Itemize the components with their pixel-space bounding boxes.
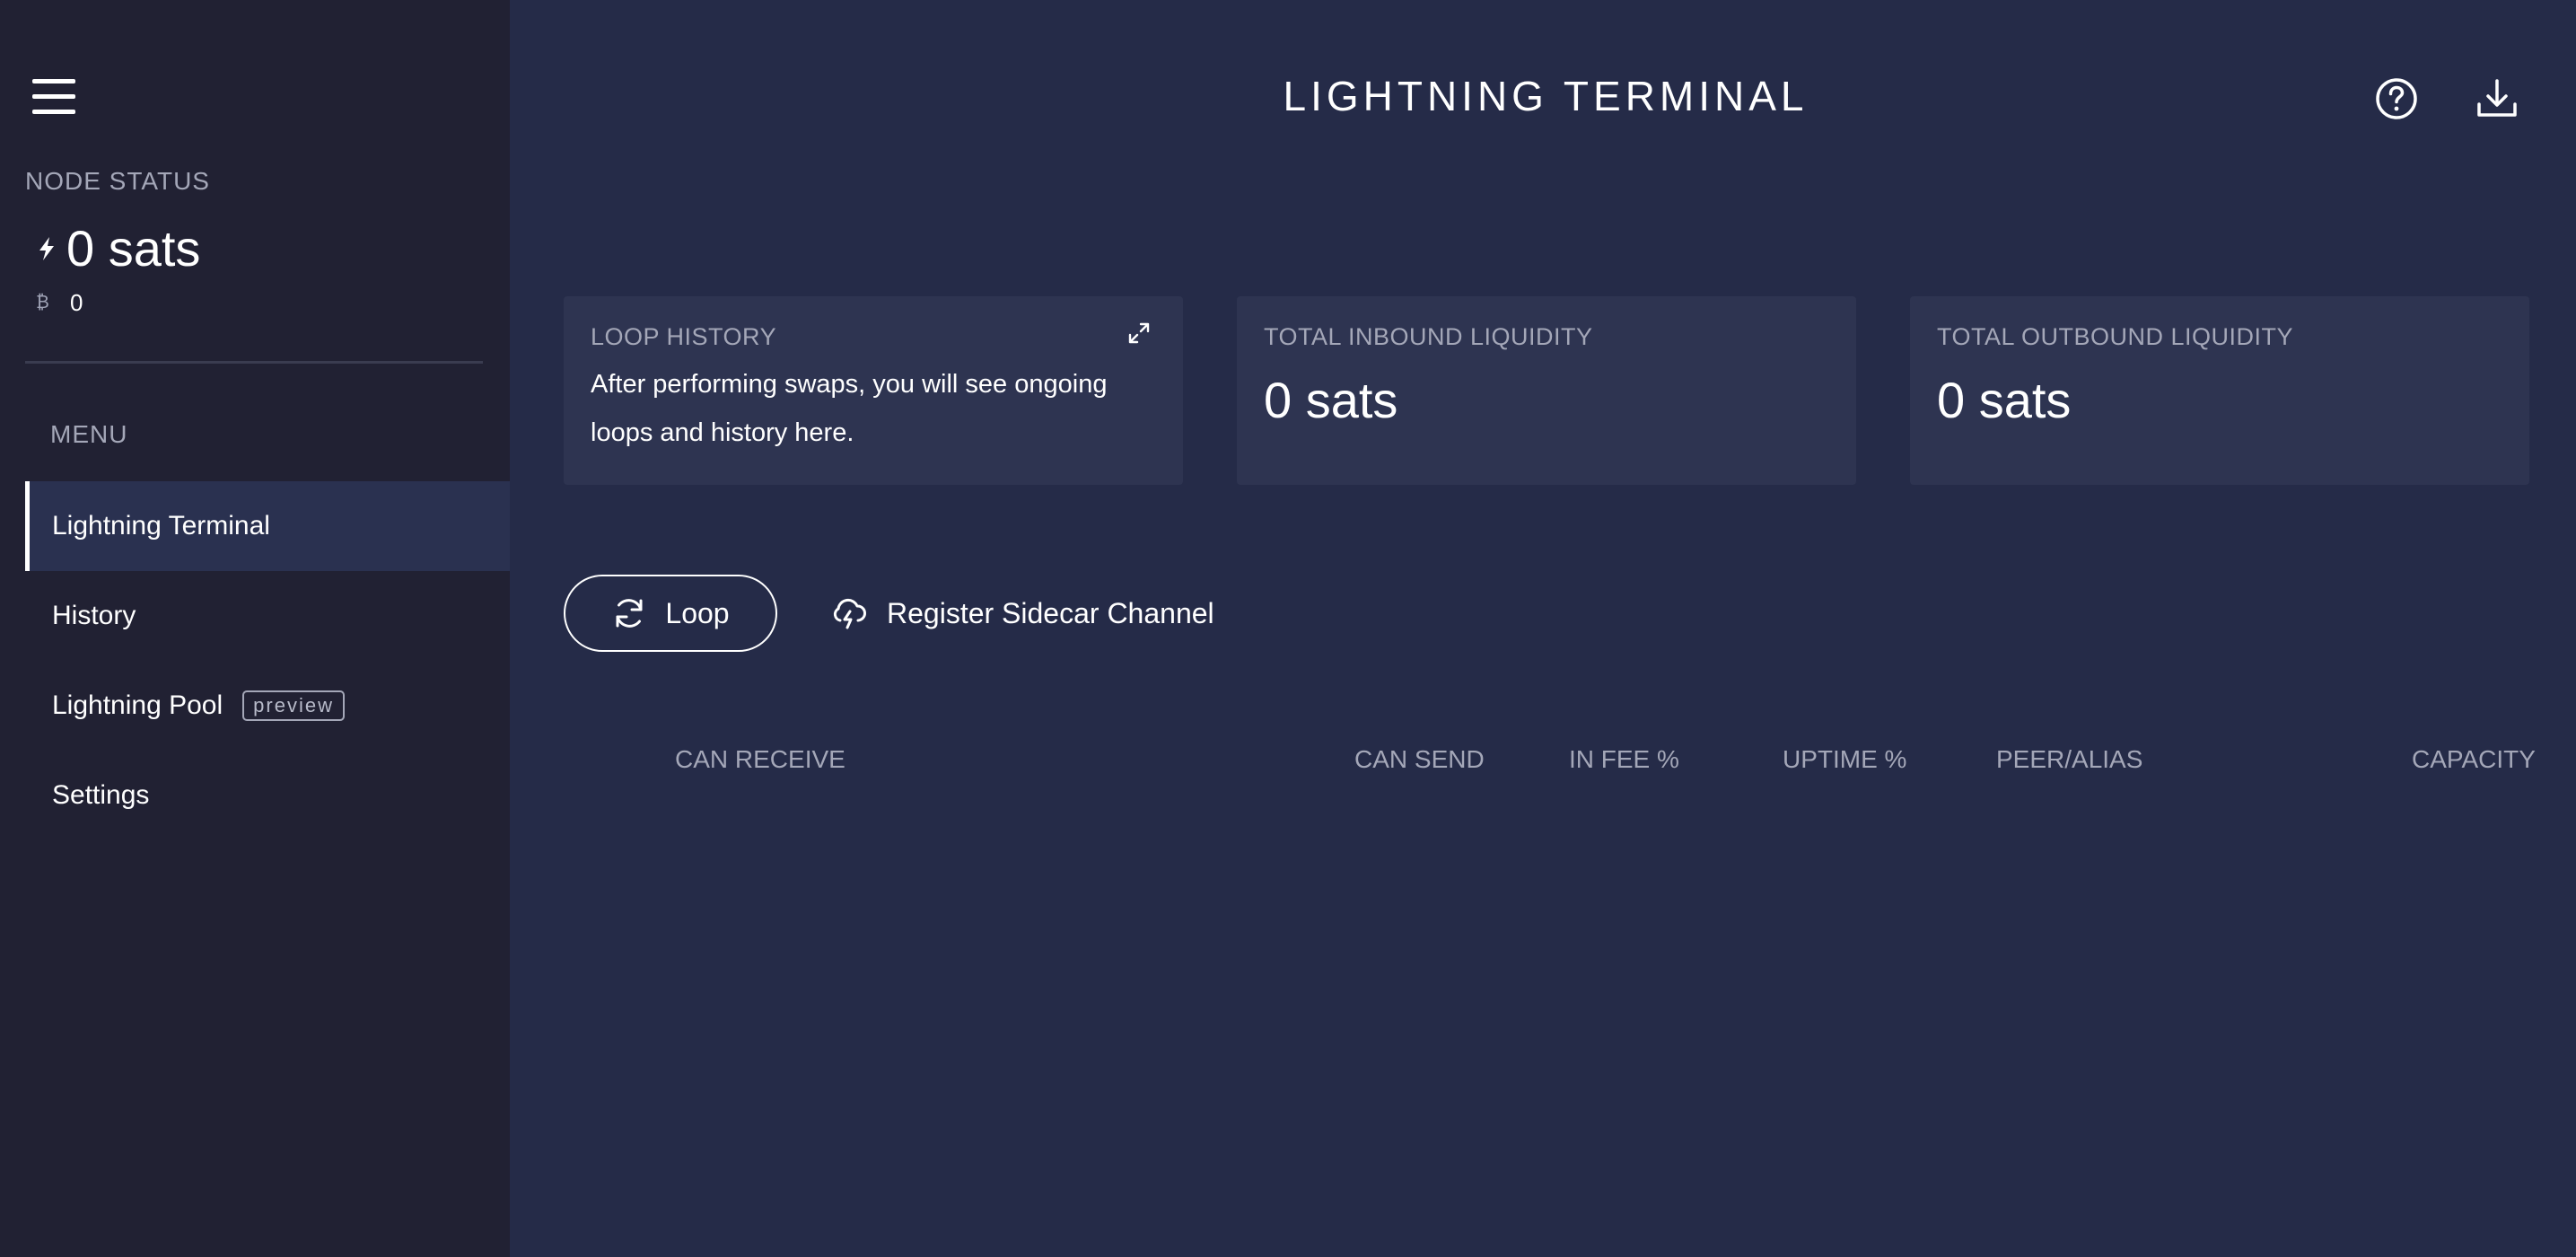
outbound-liquidity-title: TOTAL OUTBOUND LIQUIDITY <box>1937 323 2294 350</box>
bitcoin-balance-value: 0 <box>70 289 83 316</box>
page-title: LIGHTNING TERMINAL <box>1283 73 1809 119</box>
menu-label: MENU <box>50 420 128 448</box>
sidebar-item-history[interactable]: History <box>25 571 510 661</box>
lightning-balance-value: 0 sats <box>66 220 201 277</box>
sidebar-item-label: History <box>52 601 136 630</box>
loop-history-text: After performing swaps, you will see ong… <box>591 360 1156 457</box>
inbound-liquidity-value: 0 sats <box>1264 372 1398 428</box>
app-root: NODE STATUS 0 sats ₿ 0 MENU Lightning Te… <box>0 0 2576 1257</box>
sidebar: NODE STATUS 0 sats ₿ 0 MENU Lightning Te… <box>0 0 510 1257</box>
column-header-uptime[interactable]: UPTIME % <box>1783 745 1906 774</box>
column-header-in-fee[interactable]: IN FEE % <box>1569 745 1679 774</box>
loop-history-text-line: loops and history here. <box>591 418 854 447</box>
sidebar-item-settings[interactable]: Settings <box>25 751 510 840</box>
sidebar-item-lightning-terminal[interactable]: Lightning Terminal <box>25 481 510 571</box>
bitcoin-balance: ₿ 0 <box>36 289 83 317</box>
loop-history-text-line: After performing swaps, you will see ong… <box>591 370 1108 399</box>
loop-history-title: LOOP HISTORY <box>591 323 777 350</box>
cloud-lightning-icon <box>833 598 866 629</box>
outbound-liquidity-value: 0 sats <box>1937 372 2072 428</box>
lightning-bolt-icon <box>39 236 54 260</box>
lightning-balance: 0 sats <box>36 219 200 277</box>
loop-button[interactable]: Loop <box>564 575 777 652</box>
hamburger-menu-icon[interactable] <box>32 79 79 115</box>
register-sidecar-channel-label: Register Sidecar Channel <box>887 596 1214 629</box>
sidebar-item-label: Lightning Terminal <box>52 511 270 541</box>
sidebar-item-lightning-pool[interactable]: Lightning Pool preview <box>25 661 510 751</box>
column-header-can-send[interactable]: CAN SEND <box>1354 745 1485 774</box>
column-header-capacity[interactable]: CAPACITY <box>2412 745 2536 774</box>
column-header-peer-alias[interactable]: PEER/ALIAS <box>1996 745 2142 774</box>
loop-button-label: Loop <box>665 596 730 629</box>
sidebar-item-label: Settings <box>52 780 150 810</box>
node-status-label: NODE STATUS <box>25 167 210 195</box>
download-icon[interactable] <box>2474 75 2520 122</box>
sidebar-item-label: Lightning Pool <box>52 690 223 720</box>
preview-badge: preview <box>242 690 345 721</box>
expand-arrows-icon[interactable] <box>1127 321 1151 345</box>
outbound-liquidity-tile: TOTAL OUTBOUND LIQUIDITY 0 sats <box>1910 296 2529 485</box>
loop-history-tile: LOOP HISTORY After performing swaps, you… <box>564 296 1183 485</box>
inbound-liquidity-title: TOTAL INBOUND LIQUIDITY <box>1264 323 1593 350</box>
help-circle-icon[interactable] <box>2373 75 2420 122</box>
bitcoin-icon: ₿ <box>36 293 49 312</box>
refresh-icon <box>616 599 643 628</box>
column-header-can-receive[interactable]: CAN RECEIVE <box>675 745 846 774</box>
register-sidecar-channel-button[interactable]: Register Sidecar Channel <box>831 584 1214 643</box>
inbound-liquidity-tile: TOTAL INBOUND LIQUIDITY 0 sats <box>1237 296 1856 485</box>
sidebar-divider <box>25 361 483 364</box>
